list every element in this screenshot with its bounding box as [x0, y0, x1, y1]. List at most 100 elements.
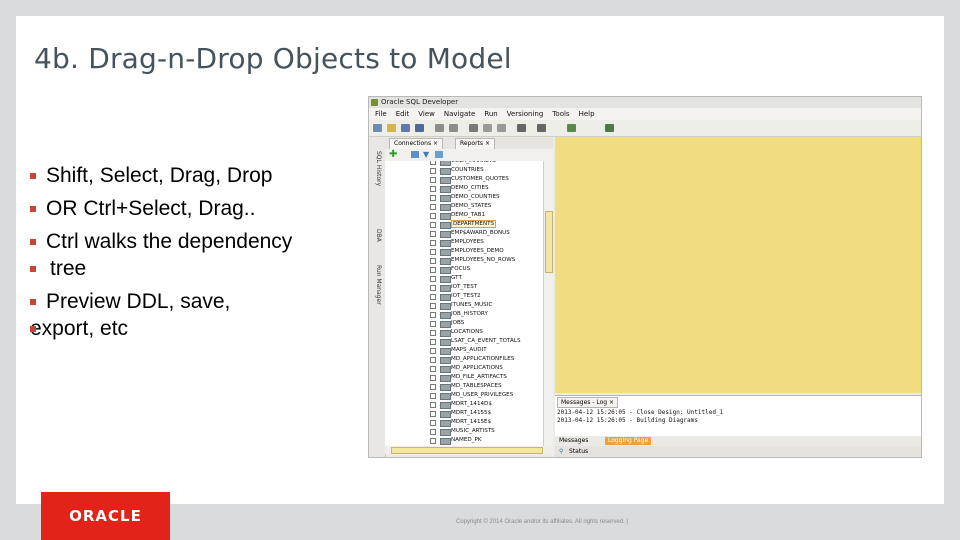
tree-item[interactable]: EMPLOYEES_DEMO: [385, 247, 543, 256]
tree-item[interactable]: DEPARTMENTS: [385, 220, 543, 229]
tree-item[interactable]: MDRT_1414D$: [385, 400, 543, 409]
tree-item[interactable]: MD_APPLICATIONFILES: [385, 355, 543, 364]
side-tab-run-manager[interactable]: Run Manager: [372, 265, 382, 305]
tab-connections[interactable]: Connections ×: [389, 138, 444, 149]
tree-item[interactable]: MDRT_14155$: [385, 409, 543, 418]
tree-item[interactable]: CUSTOMER_QUOTES: [385, 175, 543, 184]
expand-icon[interactable]: [430, 330, 436, 336]
tree-item[interactable]: LSAT_CA_EVENT_TOTALS: [385, 337, 543, 346]
expand-icon[interactable]: [430, 294, 436, 300]
tree-item[interactable]: MD_APPLICATIONS: [385, 364, 543, 373]
side-tab-dba[interactable]: DBA: [372, 229, 382, 242]
filter-icon[interactable]: ▼: [423, 150, 429, 160]
expand-icon[interactable]: [430, 276, 436, 282]
expand-icon[interactable]: [430, 357, 436, 363]
expand-icon[interactable]: [430, 348, 436, 354]
tree-item[interactable]: JOBS: [385, 319, 543, 328]
expand-icon[interactable]: [430, 168, 436, 174]
expand-icon[interactable]: [430, 339, 436, 345]
expand-icon[interactable]: [430, 321, 436, 327]
tree-item[interactable]: MD_FILE_ARTIFACTS: [385, 373, 543, 382]
menu-tools[interactable]: Tools: [552, 108, 569, 120]
tree-item[interactable]: EMP$AWARD_BONUS: [385, 229, 543, 238]
close-icon[interactable]: ×: [433, 140, 438, 147]
tree-item[interactable]: DEMO_CITIES: [385, 184, 543, 193]
tree-item[interactable]: MD_USER_PRIVILEGES: [385, 391, 543, 400]
schema-browser-icon[interactable]: [435, 151, 443, 158]
tab-logging-page[interactable]: Logging Page: [605, 437, 652, 445]
copy-icon[interactable]: [483, 124, 492, 132]
tab-reports[interactable]: Reports ×: [455, 138, 495, 149]
tree-item[interactable]: NAMED_PK: [385, 436, 543, 445]
expand-icon[interactable]: [430, 429, 436, 435]
tree-item[interactable]: DEMO_COUNTIES: [385, 193, 543, 202]
sql-worksheet-icon[interactable]: [605, 124, 614, 132]
menu-edit[interactable]: Edit: [396, 108, 410, 120]
scrollbar-thumb[interactable]: [391, 447, 543, 454]
tree-item[interactable]: MDRT_1415E$: [385, 418, 543, 427]
tab-messages-log[interactable]: Messages - Log ×: [557, 397, 619, 408]
expand-icon[interactable]: [430, 411, 436, 417]
expand-icon[interactable]: [430, 249, 436, 255]
expand-icon[interactable]: [430, 231, 436, 237]
side-tab-sql-history[interactable]: SQL History: [372, 151, 382, 186]
open-icon[interactable]: [387, 124, 396, 132]
tree-item[interactable]: JOB_HISTORY: [385, 310, 543, 319]
tree-item[interactable]: COUNTRIES: [385, 166, 543, 175]
expand-icon[interactable]: [430, 222, 436, 228]
expand-icon[interactable]: [430, 240, 436, 246]
menu-navigate[interactable]: Navigate: [444, 108, 475, 120]
close-icon[interactable]: ×: [485, 140, 490, 147]
expand-icon[interactable]: [430, 303, 436, 309]
tree-item[interactable]: EMPLOYEES: [385, 238, 543, 247]
model-canvas[interactable]: [555, 137, 921, 393]
expand-icon[interactable]: [430, 267, 436, 273]
expand-icon[interactable]: [430, 384, 436, 390]
tree-horizontal-scrollbar[interactable]: [385, 446, 553, 454]
tree-item[interactable]: DEMO_STATES: [385, 202, 543, 211]
back-icon[interactable]: [517, 124, 526, 132]
expand-icon[interactable]: [430, 438, 436, 444]
expand-icon[interactable]: [430, 420, 436, 426]
tree-item[interactable]: MAPS_AUDIT: [385, 346, 543, 355]
db-connect-icon[interactable]: [567, 124, 576, 132]
expand-icon[interactable]: [430, 258, 436, 264]
menu-versioning[interactable]: Versioning: [507, 108, 544, 120]
expand-icon[interactable]: [430, 204, 436, 210]
add-connection-icon[interactable]: ✚: [389, 150, 397, 160]
save-icon[interactable]: [401, 124, 410, 132]
expand-icon[interactable]: [430, 195, 436, 201]
tree-item[interactable]: IOT_TEST: [385, 283, 543, 292]
expand-icon[interactable]: [430, 161, 436, 165]
tree-item[interactable]: IOT_TEST2: [385, 292, 543, 301]
close-icon[interactable]: ×: [609, 399, 614, 406]
menu-file[interactable]: File: [375, 108, 387, 120]
save-all-icon[interactable]: [415, 124, 424, 132]
redo-icon[interactable]: [449, 124, 458, 132]
tree-item[interactable]: GTT: [385, 274, 543, 283]
paste-icon[interactable]: [497, 124, 506, 132]
expand-icon[interactable]: [430, 312, 436, 318]
expand-icon[interactable]: [430, 213, 436, 219]
expand-icon[interactable]: [430, 375, 436, 381]
tree-item[interactable]: LOCATIONS: [385, 328, 543, 337]
tree-vertical-scrollbar[interactable]: [543, 161, 553, 446]
tree-item[interactable]: DEMO_TAB1: [385, 211, 543, 220]
scrollbar-thumb[interactable]: [545, 211, 553, 273]
expand-icon[interactable]: [430, 366, 436, 372]
menu-help[interactable]: Help: [579, 108, 595, 120]
menu-run[interactable]: Run: [484, 108, 497, 120]
undo-icon[interactable]: [435, 124, 444, 132]
tree-item[interactable]: EMPLOYEES_NO_ROWS: [385, 256, 543, 265]
expand-icon[interactable]: [430, 285, 436, 291]
expand-icon[interactable]: [430, 177, 436, 183]
refresh-icon[interactable]: [411, 151, 419, 158]
new-icon[interactable]: [373, 124, 382, 132]
expand-icon[interactable]: [430, 393, 436, 399]
forward-icon[interactable]: [537, 124, 546, 132]
tree-item[interactable]: MUSIC_ARTISTS: [385, 427, 543, 436]
tab-messages[interactable]: Messages: [559, 436, 588, 446]
tree-item[interactable]: FOCUS: [385, 265, 543, 274]
cut-icon[interactable]: [469, 124, 478, 132]
tab-status[interactable]: Status: [569, 446, 588, 457]
